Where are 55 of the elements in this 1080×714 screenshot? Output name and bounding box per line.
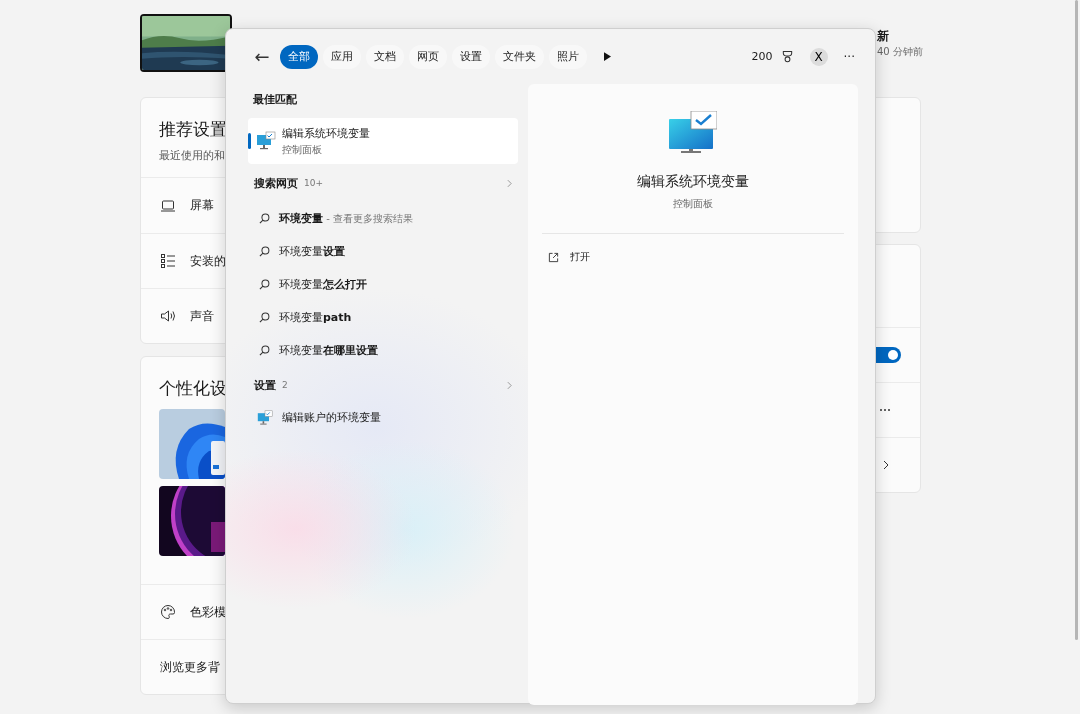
section-heading: 设置 [254,377,276,393]
preview-subtitle: 控制面板 [673,197,713,211]
setting-label[interactable]: 声音 [190,307,214,325]
section-heading: 搜索网页 [254,175,298,191]
monitor-icon [669,111,717,153]
filter-tab[interactable]: 应用 [323,44,361,69]
back-button[interactable]: ← [250,46,274,67]
update-time: 40 分钟前 [877,45,924,58]
speaker-icon [160,308,176,324]
monitor-icon [256,131,276,151]
card-subtitle: 最近使用的和 [159,148,225,163]
search-icon [259,312,270,323]
result-count: 10+ [304,178,323,188]
web-suggestion[interactable]: 环境变量在哪里设置 [279,343,378,358]
card-title: 推荐设置 [159,118,227,140]
update-title: 新 [877,29,890,43]
palette-icon [160,604,176,620]
avatar[interactable]: X [809,47,828,66]
web-suggestion[interactable]: 环境变量设置 [279,244,345,259]
search-icon [259,345,270,356]
search-icon [259,279,270,290]
best-match-item[interactable]: 编辑系统环境变量 控制面板 [248,118,518,164]
web-suggestion[interactable]: 环境变量path [279,310,352,325]
setting-label[interactable]: 安装的 [190,252,226,270]
section-heading: 最佳匹配 [252,92,298,108]
filter-tab[interactable]: 网页 [409,44,447,69]
points-count: 200 [751,50,773,63]
search-icon [259,213,270,224]
open-external-icon [548,251,559,263]
setting-label[interactable]: 浏览更多背 [160,658,220,676]
setting-label[interactable]: 色彩模 [190,603,226,621]
filter-tab[interactable]: 文档 [366,44,404,69]
filter-tab[interactable]: 全部 [280,44,318,69]
filter-tab[interactable]: 照片 [549,44,587,69]
result-count: 2 [282,380,288,390]
result-subtitle: 控制面板 [282,142,323,157]
open-action[interactable]: 打开 [570,250,590,264]
filter-tab[interactable]: 设置 [452,44,490,69]
more-icon[interactable] [879,408,891,412]
setting-label[interactable]: 屏幕 [190,197,214,214]
web-suggestion[interactable]: 环境变量 - 查看更多搜索结果 [279,211,413,226]
web-suggestion[interactable]: 环境变量怎么打开 [279,277,367,292]
play-icon[interactable] [604,52,611,61]
list-icon [160,253,176,269]
search-icon [259,246,270,257]
result-title: 编辑系统环境变量 [282,125,370,141]
laptop-icon [160,197,176,214]
more-button[interactable]: ··· [843,49,855,64]
settings-result[interactable]: 编辑账户的环境变量 [282,410,381,425]
card-title: 个性化设 [159,377,227,399]
chevron-icon[interactable] [883,460,889,470]
preview-title: 编辑系统环境变量 [637,173,749,191]
filter-tab[interactable]: 文件夹 [495,44,544,69]
scrollbar[interactable] [1075,0,1078,640]
monitor-icon [257,409,273,426]
